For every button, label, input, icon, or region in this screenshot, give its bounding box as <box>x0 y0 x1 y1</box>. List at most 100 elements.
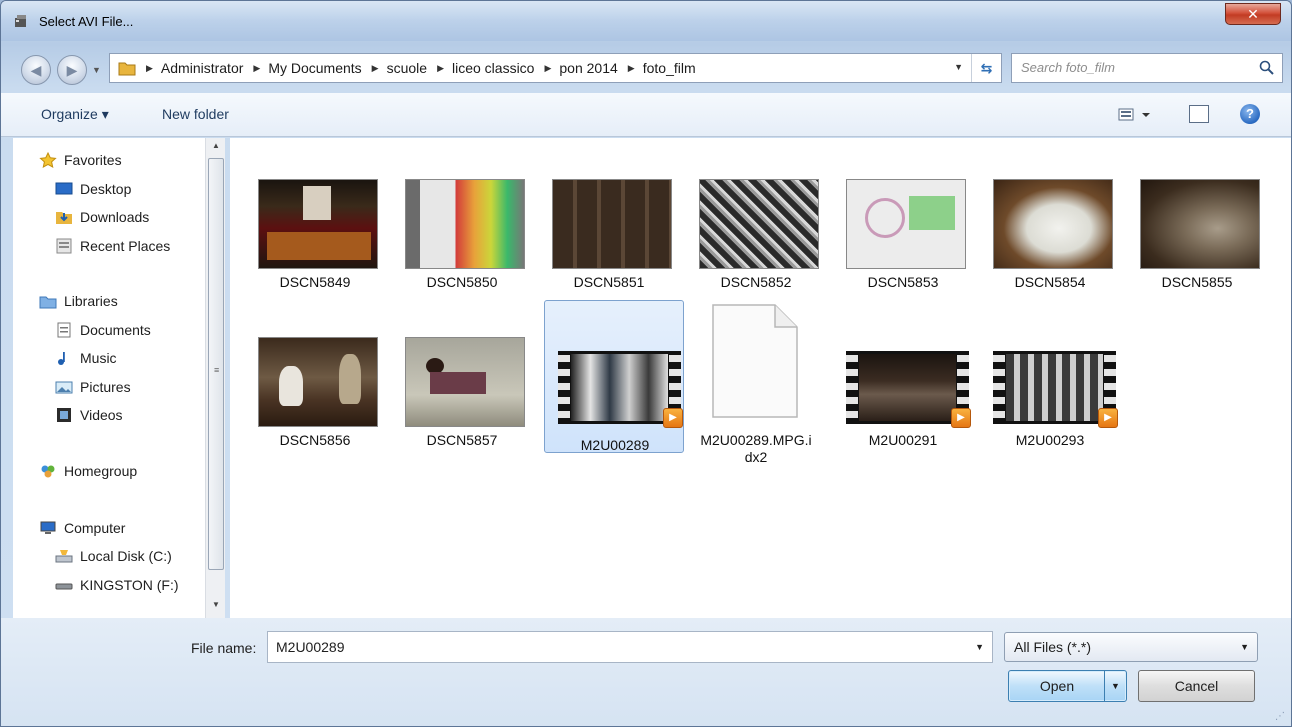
sidebar-item-computer[interactable]: Computer <box>39 520 125 536</box>
sidebar-item-recent-places[interactable]: Recent Places <box>55 238 170 254</box>
breadcrumb-separator-icon[interactable]: ▶ <box>544 63 551 74</box>
file-item-selected[interactable]: ▶ M2U00289 <box>544 300 684 453</box>
navigation-row: ◀ ▶ ▼ ▶ Administrator ▶ My Documents ▶ s… <box>1 41 1291 93</box>
sidebar-item-music[interactable]: Music <box>55 350 117 366</box>
photo-thumbnail <box>1140 179 1260 269</box>
libraries-icon <box>39 296 57 309</box>
refresh-button[interactable]: ⇆ <box>971 54 1001 82</box>
file-type-value: All Files (*.*) <box>1014 639 1092 655</box>
video-frame-image <box>571 354 668 421</box>
scroll-up-icon[interactable]: ▲ <box>212 141 220 150</box>
sidebar-item-desktop[interactable]: Desktop <box>55 181 131 197</box>
recent-pages-dropdown-icon[interactable]: ▼ <box>92 65 101 75</box>
file-item[interactable]: DSCN5850 <box>392 138 532 291</box>
breadcrumb-separator-icon[interactable]: ▶ <box>628 63 635 74</box>
scroll-thumb[interactable]: ≡ <box>208 158 224 570</box>
open-button-label: Open <box>1039 678 1075 694</box>
breadcrumb-item[interactable]: scuole <box>387 60 427 76</box>
breadcrumb-item[interactable]: pon 2014 <box>559 60 617 76</box>
scroll-down-icon[interactable]: ▼ <box>212 600 220 609</box>
preview-pane-icon[interactable] <box>1189 105 1209 123</box>
breadcrumb-separator-icon[interactable]: ▶ <box>146 63 153 74</box>
breadcrumb-separator-icon[interactable]: ▶ <box>437 63 444 74</box>
sidebar-item-libraries[interactable]: Libraries <box>39 293 118 309</box>
computer-icon <box>40 521 56 534</box>
address-bar[interactable]: ▶ Administrator ▶ My Documents ▶ scuole … <box>109 53 1002 83</box>
breadcrumb-item[interactable]: Administrator <box>161 60 243 76</box>
organize-button[interactable]: Organize ▾ <box>41 106 109 123</box>
breadcrumb-item[interactable]: My Documents <box>268 60 361 76</box>
search-icon[interactable] <box>1259 60 1275 76</box>
address-dropdown-icon[interactable]: ▼ <box>954 62 963 72</box>
file-item[interactable]: DSCN5857 <box>392 296 532 449</box>
breadcrumb: ▶ Administrator ▶ My Documents ▶ scuole … <box>136 60 696 76</box>
close-button[interactable]: ✕ <box>1225 3 1281 25</box>
file-name: DSCN5857 <box>426 432 498 448</box>
back-button[interactable]: ◀ <box>21 55 51 85</box>
breadcrumb-separator-icon[interactable]: ▶ <box>253 63 260 74</box>
sidebar-item-downloads[interactable]: Downloads <box>55 209 149 225</box>
photo-detail <box>865 198 905 238</box>
sidebar-item-documents[interactable]: Documents <box>55 322 151 338</box>
file-name: M2U00289 <box>580 437 650 453</box>
sidebar-item-local-disk[interactable]: Local Disk (C:) <box>55 548 172 564</box>
file-list: DSCN5849 DSCN5850 DSCN5851 DSCN5852 DSCN… <box>230 138 1291 618</box>
file-item[interactable]: DSCN5854 <box>980 138 1120 291</box>
resize-grip-icon[interactable]: ⋰ <box>1275 711 1285 722</box>
photo-thumbnail <box>699 179 819 269</box>
video-frame-image <box>1006 354 1103 421</box>
search-input[interactable]: Search foto_film <box>1011 53 1283 83</box>
music-icon <box>58 352 65 365</box>
file-item[interactable]: DSCN5849 <box>245 138 385 291</box>
file-item[interactable]: DSCN5852 <box>686 138 826 291</box>
cancel-button[interactable]: Cancel <box>1138 670 1255 702</box>
file-item[interactable]: DSCN5855 <box>1127 138 1267 291</box>
photo-thumbnail <box>258 179 378 269</box>
video-thumbnail: ▶ <box>846 351 971 428</box>
sidebar-item-kingston[interactable]: KINGSTON (F:) <box>55 577 179 593</box>
new-folder-button[interactable]: New folder <box>162 106 229 122</box>
sidebar-item-favorites[interactable]: Favorites <box>39 152 122 168</box>
breadcrumb-separator-icon[interactable]: ▶ <box>372 63 379 74</box>
window-title: Select AVI File... <box>39 14 134 29</box>
play-icon: ▶ <box>663 408 683 428</box>
forward-button[interactable]: ▶ <box>57 55 87 85</box>
file-item[interactable]: DSCN5851 <box>539 138 679 291</box>
photo-detail <box>279 366 303 406</box>
help-icon[interactable]: ? <box>1240 104 1260 124</box>
file-type-dropdown-icon[interactable]: ▼ <box>1240 633 1249 661</box>
breadcrumb-item[interactable]: liceo classico <box>452 60 534 76</box>
file-item[interactable]: DSCN5856 <box>245 296 385 449</box>
open-button[interactable]: Open ▼ <box>1008 670 1127 702</box>
navigation-scrollbar[interactable]: ▲ ≡ ▼ <box>205 138 225 618</box>
photo-detail <box>430 372 486 394</box>
recent-places-icon <box>56 238 72 254</box>
sidebar-label: Music <box>80 350 117 366</box>
file-item[interactable]: ▶ M2U00291 <box>833 296 973 449</box>
file-name-dropdown-icon[interactable]: ▼ <box>975 632 984 662</box>
file-name-input[interactable]: M2U00289 ▼ <box>267 631 993 663</box>
command-toolbar: Organize ▾ New folder ? <box>1 93 1291 137</box>
change-view-icon[interactable] <box>1118 106 1152 124</box>
file-item[interactable]: DSCN5853 <box>833 138 973 291</box>
film-strip-icon <box>558 351 570 424</box>
documents-icon <box>57 322 71 338</box>
sidebar-item-videos[interactable]: Videos <box>55 407 123 423</box>
breadcrumb-item[interactable]: foto_film <box>643 60 696 76</box>
photo-thumbnail <box>552 179 672 269</box>
sidebar-label: Videos <box>80 407 123 423</box>
sidebar-label: Desktop <box>80 181 132 197</box>
sidebar-item-homegroup[interactable]: Homegroup <box>39 463 137 479</box>
photo-thumbnail <box>846 179 966 269</box>
video-frame-image <box>859 354 956 421</box>
videos-icon <box>57 408 71 422</box>
file-item[interactable]: ▶ M2U00293 <box>980 296 1120 449</box>
open-options-dropdown-icon[interactable]: ▼ <box>1104 671 1126 701</box>
photo-thumbnail <box>258 337 378 427</box>
sidebar-label: Homegroup <box>64 463 138 479</box>
sidebar-item-pictures[interactable]: Pictures <box>55 379 131 395</box>
file-type-select[interactable]: All Files (*.*) ▼ <box>1004 632 1258 662</box>
sidebar-label: Pictures <box>80 379 131 395</box>
file-item[interactable]: M2U00289.MPG.i dx2 <box>686 296 826 465</box>
usb-drive-icon <box>55 583 73 590</box>
